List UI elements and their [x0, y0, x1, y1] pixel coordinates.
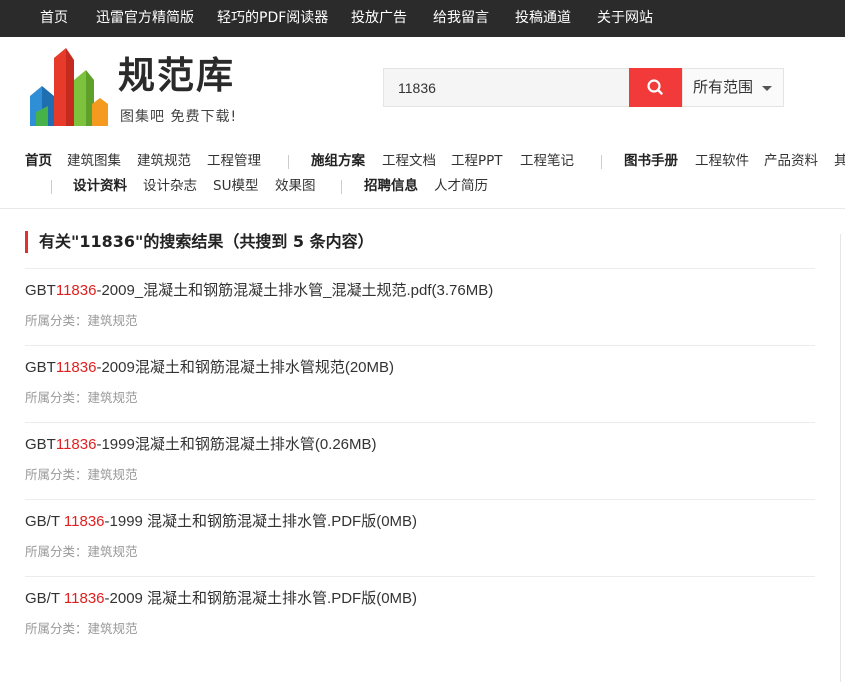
- chevron-down-icon: [762, 86, 772, 91]
- cat-design-data[interactable]: 设计资料: [73, 177, 127, 195]
- cat-building-code[interactable]: 建筑规范: [137, 152, 191, 170]
- result-divider: [25, 422, 815, 423]
- result-title-highlight: 11836: [55, 359, 97, 376]
- divider: [341, 180, 342, 194]
- cat-resume[interactable]: 人才简历: [434, 177, 488, 195]
- topnav-advertise[interactable]: 投放广告: [351, 0, 407, 37]
- result-divider: [25, 268, 815, 269]
- search-button[interactable]: [629, 68, 682, 107]
- result-link-2[interactable]: GBT11836-2009混凝土和钢筋混凝土排水管规范(20MB): [25, 358, 394, 378]
- cat-home[interactable]: 首页: [25, 152, 52, 170]
- category-label: 所属分类：: [25, 390, 88, 405]
- scope-select[interactable]: 所有范围: [682, 68, 784, 107]
- category-value[interactable]: 建筑规范: [88, 544, 138, 559]
- divider: [51, 180, 52, 194]
- result-title-prefix: GBT: [25, 436, 56, 453]
- result-divider: [25, 499, 815, 500]
- result-divider: [25, 345, 815, 346]
- topnav-home[interactable]: 首页: [40, 0, 68, 37]
- search-icon: [647, 79, 663, 95]
- category-value[interactable]: 建筑规范: [88, 313, 138, 328]
- result-link-1[interactable]: GBT11836-2009_混凝土和钢筋混凝土排水管_混凝土规范.pdf(3.7…: [25, 281, 493, 301]
- result-category-4: 所属分类：建筑规范: [25, 544, 138, 560]
- result-title-suffix: -2009_混凝土和钢筋混凝土排水管_混凝土规范.pdf(3.76MB): [96, 282, 494, 299]
- result-title-highlight: 11836: [63, 590, 105, 607]
- result-link-4[interactable]: GB/T 11836-1999 混凝土和钢筋混凝土排水管.PDF版(0MB): [25, 512, 417, 532]
- result-link-5[interactable]: GB/T 11836-2009 混凝土和钢筋混凝土排水管.PDF版(0MB): [25, 589, 417, 609]
- search-input[interactable]: [383, 68, 630, 107]
- result-category-5: 所属分类：建筑规范: [25, 621, 138, 637]
- result-title-suffix: -1999混凝土和钢筋混凝土排水管(0.26MB): [96, 436, 377, 453]
- category-label: 所属分类：: [25, 544, 88, 559]
- cat-design-magazine[interactable]: 设计杂志: [143, 177, 197, 195]
- result-title-prefix: GBT: [25, 359, 56, 376]
- category-value[interactable]: 建筑规范: [88, 390, 138, 405]
- scope-label: 所有范围: [693, 78, 754, 96]
- nav-divider: [0, 208, 845, 209]
- result-category-1: 所属分类：建筑规范: [25, 313, 138, 329]
- cat-other[interactable]: 其: [834, 152, 845, 170]
- topnav-submit[interactable]: 投稿通道: [515, 0, 571, 37]
- category-label: 所属分类：: [25, 313, 88, 328]
- result-category-3: 所属分类：建筑规范: [25, 467, 138, 483]
- results-heading: 有关"11836"的搜索结果（共搜到 5 条内容）: [25, 231, 374, 253]
- result-title-highlight: 11836: [55, 436, 97, 453]
- cat-rendering[interactable]: 效果图: [275, 177, 316, 195]
- cat-engineering-notes[interactable]: 工程笔记: [520, 152, 574, 170]
- result-title-suffix: -1999 混凝土和钢筋混凝土排水管.PDF版(0MB): [104, 513, 418, 530]
- brand-slogan: 图集吧 免费下载!: [120, 109, 238, 125]
- category-value[interactable]: 建筑规范: [88, 467, 138, 482]
- result-title-highlight: 11836: [63, 513, 105, 530]
- category-label: 所属分类：: [25, 621, 88, 636]
- cat-construction-plan[interactable]: 施组方案: [311, 152, 365, 170]
- result-link-3[interactable]: GBT11836-1999混凝土和钢筋混凝土排水管(0.26MB): [25, 435, 377, 455]
- divider: [288, 155, 289, 169]
- cat-engineering-docs[interactable]: 工程文档: [382, 152, 436, 170]
- result-divider: [25, 576, 815, 577]
- result-title-prefix: GB/T: [25, 513, 64, 530]
- divider: [601, 155, 602, 169]
- topnav-about[interactable]: 关于网站: [597, 0, 653, 37]
- cat-recruitment[interactable]: 招聘信息: [364, 177, 418, 195]
- topnav-message[interactable]: 给我留言: [433, 0, 489, 37]
- result-category-2: 所属分类：建筑规范: [25, 390, 138, 406]
- cat-project-management[interactable]: 工程管理: [207, 152, 261, 170]
- topnav-thunder[interactable]: 迅雷官方精简版: [96, 0, 194, 37]
- result-title-highlight: 11836: [55, 282, 97, 299]
- cat-product-data[interactable]: 产品资料: [764, 152, 818, 170]
- site-logo[interactable]: [28, 46, 108, 128]
- result-title-suffix: -2009混凝土和钢筋混凝土排水管规范(20MB): [96, 359, 394, 376]
- cat-engineering-software[interactable]: 工程软件: [695, 152, 749, 170]
- topnav-pdf-reader[interactable]: 轻巧的PDF阅读器: [217, 0, 328, 37]
- top-nav-bar: 首页 迅雷官方精简版 轻巧的PDF阅读器 投放广告 给我留言 投稿通道 关于网站: [0, 0, 845, 37]
- category-value[interactable]: 建筑规范: [88, 621, 138, 636]
- category-label: 所属分类：: [25, 467, 88, 482]
- cat-engineering-ppt[interactable]: 工程PPT: [451, 152, 503, 170]
- result-title-suffix: -2009 混凝土和钢筋混凝土排水管.PDF版(0MB): [104, 590, 418, 607]
- brand-name: 规范库: [118, 54, 235, 97]
- sidebar-edge: [840, 234, 845, 682]
- cat-book-manual[interactable]: 图书手册: [624, 152, 678, 170]
- cat-su-model[interactable]: SU模型: [213, 177, 258, 195]
- cat-building-atlas[interactable]: 建筑图集: [67, 152, 121, 170]
- result-title-prefix: GBT: [25, 282, 56, 299]
- result-title-prefix: GB/T: [25, 590, 64, 607]
